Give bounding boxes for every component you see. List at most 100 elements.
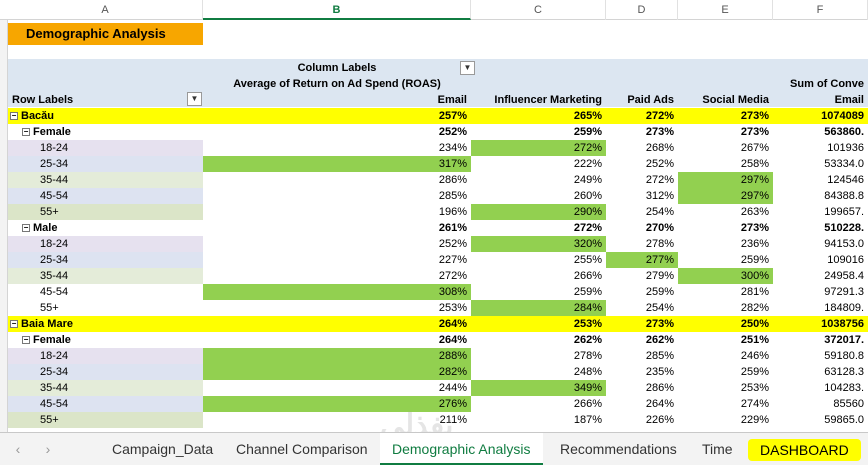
value-cell[interactable]: 196% [203,204,471,220]
value-cell[interactable]: 254% [606,300,678,316]
value-cell[interactable]: 124546 [773,172,868,188]
value-cell[interactable]: 272% [471,140,606,156]
row-label-gender[interactable]: − Female [8,332,203,348]
sheet-tab-recommendations[interactable]: Recommendations [548,433,689,465]
value-cell[interactable]: 254% [606,204,678,220]
value-cell[interactable]: 284% [471,300,606,316]
value-cell[interactable]: 97291.3 [773,284,868,300]
value-cell[interactable]: 262% [471,332,606,348]
value-cell[interactable]: 277% [606,252,678,268]
value-cell[interactable]: 279% [606,268,678,284]
row-label-age[interactable]: 35-44 [8,268,203,284]
row-label-age[interactable]: 25-34 [8,156,203,172]
value-cell[interactable]: 226% [606,412,678,428]
value-cell[interactable]: 253% [203,300,471,316]
tab-scroll-right-icon[interactable]: › [38,433,58,465]
column-header-a[interactable]: A [8,0,203,20]
value-cell[interactable]: 227% [203,252,471,268]
value-cell[interactable]: 273% [678,220,773,236]
value-cell[interactable]: 244% [203,380,471,396]
value-cell[interactable]: 312% [606,188,678,204]
value-cell[interactable]: 252% [606,156,678,172]
sheet-tab-demographic-analysis[interactable]: Demographic Analysis [380,433,543,465]
value-cell[interactable]: 229% [678,412,773,428]
collapse-toggle-icon[interactable]: − [22,128,30,137]
column-header-c[interactable]: C [471,0,606,20]
row-label-age[interactable]: 55+ [8,412,203,428]
value-cell[interactable]: 187% [471,412,606,428]
value-cell[interactable]: 260% [471,188,606,204]
value-cell[interactable]: 234% [203,140,471,156]
value-cell[interactable]: 285% [203,188,471,204]
value-cell[interactable]: 297% [678,188,773,204]
value-cell[interactable]: 24958.4 [773,268,868,284]
column-header-b[interactable]: B [203,0,471,20]
value-cell[interactable]: 84388.8 [773,188,868,204]
value-cell[interactable]: 101936 [773,140,868,156]
value-cell[interactable]: 317% [203,156,471,172]
value-cell[interactable]: 510228. [773,220,868,236]
collapse-toggle-icon[interactable]: − [22,336,30,345]
value-cell[interactable]: 349% [471,380,606,396]
value-cell[interactable]: 288% [203,348,471,364]
value-cell[interactable]: 372017. [773,332,868,348]
value-cell[interactable]: 278% [471,348,606,364]
row-labels-filter-button[interactable]: ▼ [187,92,202,106]
value-cell[interactable]: 268% [606,140,678,156]
column-labels-filter-button[interactable]: ▼ [460,61,475,75]
row-label-age[interactable]: 18-24 [8,140,203,156]
value-cell[interactable]: 272% [471,220,606,236]
row-label-age[interactable]: 35-44 [8,380,203,396]
row-label-age[interactable]: 35-44 [8,172,203,188]
value-cell[interactable]: 286% [203,172,471,188]
value-cell[interactable]: 286% [606,380,678,396]
collapse-toggle-icon[interactable]: − [10,112,18,121]
row-label-age[interactable]: 45-54 [8,284,203,300]
value-cell[interactable]: 259% [471,124,606,140]
value-cell[interactable]: 273% [678,124,773,140]
row-label-age[interactable]: 25-34 [8,364,203,380]
sheet-tab-channel-comparison[interactable]: Channel Comparison [224,433,380,465]
value-cell[interactable]: 308% [203,284,471,300]
row-label-age[interactable]: 45-54 [8,396,203,412]
value-cell[interactable]: 104283. [773,380,868,396]
row-label-gender[interactable]: − Female [8,124,203,140]
value-cell[interactable]: 563860. [773,124,868,140]
value-cell[interactable]: 249% [471,172,606,188]
row-label-age[interactable]: 55+ [8,204,203,220]
value-cell[interactable]: 255% [471,252,606,268]
value-cell[interactable]: 265% [471,108,606,124]
value-cell[interactable]: 273% [606,316,678,332]
sheet-tab-time[interactable]: Time [690,433,745,465]
value-cell[interactable]: 259% [606,284,678,300]
value-cell[interactable]: 281% [678,284,773,300]
value-cell[interactable]: 320% [471,236,606,252]
value-cell[interactable]: 257% [203,108,471,124]
value-cell[interactable]: 264% [606,396,678,412]
value-cell[interactable]: 273% [678,108,773,124]
value-cell[interactable]: 282% [678,300,773,316]
row-label-city[interactable]: − Bacău [8,108,203,124]
value-cell[interactable]: 253% [678,380,773,396]
value-cell[interactable]: 266% [471,268,606,284]
value-cell[interactable]: 258% [678,156,773,172]
value-cell[interactable]: 252% [203,124,471,140]
value-cell[interactable]: 1074089 [773,108,868,124]
value-cell[interactable]: 59865.0 [773,412,868,428]
value-cell[interactable]: 264% [203,332,471,348]
value-cell[interactable]: 272% [606,172,678,188]
value-cell[interactable]: 236% [678,236,773,252]
value-cell[interactable]: 263% [678,204,773,220]
value-cell[interactable]: 272% [203,268,471,284]
value-cell[interactable]: 184809. [773,300,868,316]
value-cell[interactable]: 297% [678,172,773,188]
collapse-toggle-icon[interactable]: − [22,224,30,233]
value-cell[interactable]: 259% [678,364,773,380]
value-cell[interactable]: 266% [471,396,606,412]
row-label-age[interactable]: 18-24 [8,348,203,364]
value-cell[interactable]: 285% [606,348,678,364]
value-cell[interactable]: 235% [606,364,678,380]
value-cell[interactable]: 270% [606,220,678,236]
value-cell[interactable]: 246% [678,348,773,364]
column-header-f[interactable]: F [773,0,868,20]
